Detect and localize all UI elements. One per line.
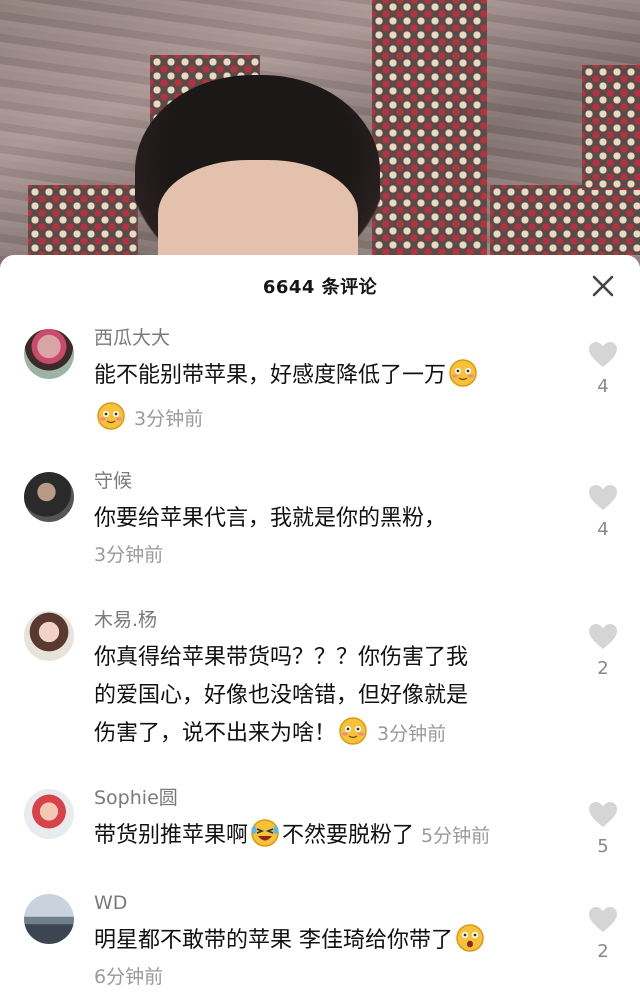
comment-time: 5分钟前 [421, 825, 491, 847]
like-count: 4 [597, 519, 609, 540]
avatar[interactable] [24, 894, 74, 944]
comment-text: 明星都不敢带的苹果 李佳琦给你带了 [94, 922, 550, 960]
comment-text-line: 的爱国心，好像也没啥错，但好像就是 [94, 683, 469, 708]
comment-text-content: 能不能别带苹果，好感度降低了一万 [94, 363, 447, 388]
like-button[interactable]: 4 [586, 484, 620, 540]
comment-body: Sophie圆 带货别推苹果啊 不然要脱粉了 5分钟前 [94, 785, 550, 855]
comment-meta: 3分钟前 [94, 401, 550, 431]
blushing-smile-emoji [339, 717, 367, 745]
comment-text-content: 明星都不敢带的苹果 李佳琦给你带了 [94, 928, 453, 953]
blushing-smile-emoji [97, 402, 125, 430]
comment-text-content: 不然要脱粉了 [282, 823, 415, 848]
lipstick-shelf-lower-left [28, 185, 138, 255]
like-button[interactable]: 4 [586, 341, 620, 397]
comment-text: 能不能别带苹果，好感度降低了一万 [94, 357, 550, 395]
heart-icon[interactable] [588, 341, 618, 368]
like-count: 2 [597, 658, 609, 679]
lipstick-shelf-lower-right [490, 185, 640, 255]
comment-text: 带货别推苹果啊 不然要脱粉了 5分钟前 [94, 817, 550, 855]
comment-username[interactable]: 木易.杨 [94, 607, 550, 633]
close-icon[interactable] [590, 273, 616, 299]
avatar[interactable] [24, 329, 74, 379]
like-button[interactable]: 2 [586, 623, 620, 679]
comment-body: 西瓜大大 能不能别带苹果，好感度降低了一万 3分钟前 [94, 325, 550, 431]
comment-text-line: 伤害了，说不出来为啥！ 3分钟前 [94, 715, 550, 753]
like-count: 4 [597, 376, 609, 397]
comment-username[interactable]: 守候 [94, 468, 550, 494]
heart-icon[interactable] [588, 484, 618, 511]
comment-time: 3分钟前 [134, 408, 204, 430]
like-count: 5 [597, 836, 609, 857]
comment-body: 木易.杨 你真得给苹果带货吗？？？你伤害了我 的爱国心，好像也没啥错，但好像就是… [94, 607, 550, 753]
avatar[interactable] [24, 611, 74, 661]
comment-time: 6分钟前 [94, 966, 164, 988]
heart-icon[interactable] [588, 623, 618, 650]
comment-body: 守候 你要给苹果代言，我就是你的黑粉， 3分钟前 [94, 468, 550, 567]
comment-username[interactable]: 西瓜大大 [94, 325, 550, 351]
comment-sheet: 6644 条评论 西瓜大大 能不能别带苹果，好感度降低了一万 3分钟前 4 守候… [0, 255, 640, 994]
comment-time: 3分钟前 [94, 544, 164, 566]
like-button[interactable]: 2 [586, 906, 620, 962]
comment-text-content: 伤害了，说不出来为啥！ [94, 721, 337, 746]
sheet-header: 6644 条评论 [0, 255, 640, 317]
lipstick-shelf-right [582, 65, 640, 190]
like-count: 2 [597, 941, 609, 962]
avatar[interactable] [24, 472, 74, 522]
comment-text-line: 你真得给苹果带货吗？？？你伤害了我 [94, 645, 469, 670]
comment-text: 你要给苹果代言，我就是你的黑粉， [94, 506, 447, 531]
surprised-emoji [456, 924, 484, 952]
comment-text-content: 带货别推苹果啊 [94, 823, 249, 848]
comment-count-title: 6644 条评论 [262, 277, 378, 298]
comment-time: 3分钟前 [377, 723, 447, 745]
blushing-smile-emoji [449, 359, 477, 387]
comment-username[interactable]: WD [94, 890, 550, 916]
person-face [158, 160, 358, 270]
heart-icon[interactable] [588, 906, 618, 933]
comment-username[interactable]: Sophie圆 [94, 785, 550, 811]
close-button[interactable] [590, 273, 616, 299]
avatar[interactable] [24, 789, 74, 839]
heart-icon[interactable] [588, 801, 618, 828]
like-button[interactable]: 5 [586, 801, 620, 857]
rolling-laughing-emoji [251, 819, 279, 847]
video-background [0, 0, 640, 270]
comment-text: 你真得给苹果带货吗？？？你伤害了我 的爱国心，好像也没啥错，但好像就是 伤害了，… [94, 639, 550, 753]
lipstick-shelf-center [372, 0, 487, 255]
comment-body: WD 明星都不敢带的苹果 李佳琦给你带了 6分钟前 [94, 890, 550, 989]
